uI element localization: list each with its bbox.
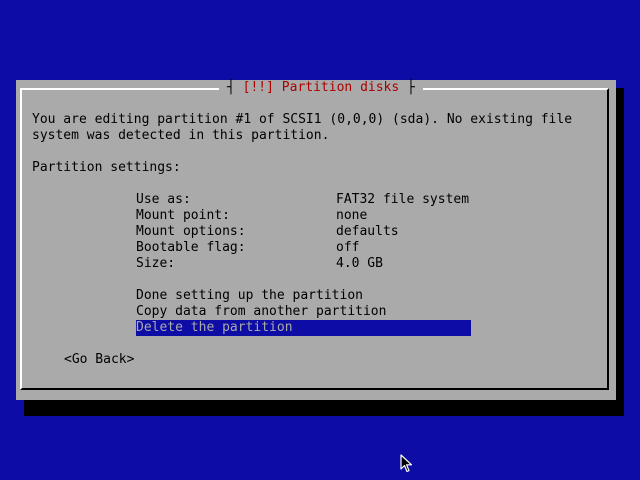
setting-label-size[interactable]: Size:: [136, 256, 175, 272]
setting-value-use-as[interactable]: FAT32 file system: [336, 192, 469, 208]
title-marker: [!!]: [242, 80, 274, 95]
setting-label-mount-point[interactable]: Mount point:: [136, 208, 230, 224]
action-done-setting-up[interactable]: Done setting up the partition: [136, 288, 363, 304]
setting-value-mount-options[interactable]: defaults: [336, 224, 399, 240]
partition-dialog: ┤ [!!] Partition disks ├ You are editing…: [16, 80, 616, 400]
intro-line-2: system was detected in this partition.: [32, 128, 330, 143]
intro-line-1: You are editing partition #1 of SCSI1 (0…: [32, 112, 573, 127]
action-copy-data[interactable]: Copy data from another partition: [136, 304, 386, 320]
setting-value-mount-point[interactable]: none: [336, 208, 367, 224]
go-back-button[interactable]: <Go Back>: [64, 352, 134, 368]
settings-heading: Partition settings:: [32, 160, 181, 175]
setting-value-bootable-flag[interactable]: off: [336, 240, 359, 256]
setting-label-use-as[interactable]: Use as:: [136, 192, 191, 208]
mouse-pointer-icon: [400, 454, 413, 473]
dialog-title: ┤ [!!] Partition disks ├: [219, 80, 423, 96]
action-delete-partition[interactable]: Delete the partition: [136, 320, 471, 336]
setting-value-size[interactable]: 4.0 GB: [336, 256, 383, 272]
setting-label-bootable-flag[interactable]: Bootable flag:: [136, 240, 246, 256]
setting-label-mount-options[interactable]: Mount options:: [136, 224, 246, 240]
title-text: Partition disks: [281, 80, 400, 95]
